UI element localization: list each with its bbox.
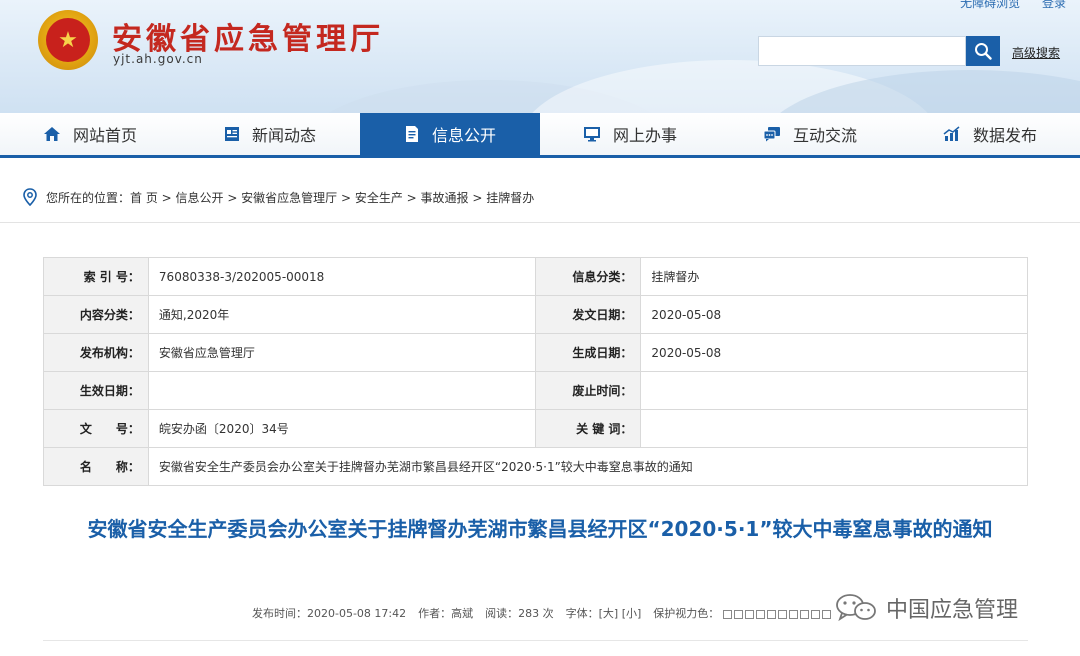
color-swatches[interactable] (722, 609, 831, 619)
nav-item-info-disclosure[interactable]: 信息公开 (360, 113, 540, 155)
breadcrumb: 您所在的位置：首 页 > 信息公开 > 安徽省应急管理厅 > 安全生产 > 事故… (22, 188, 534, 206)
home-icon (43, 127, 60, 141)
meta-label: 生效日期： (43, 371, 149, 410)
meta-value: 安徽省安全生产委员会办公室关于挂牌督办芜湖市繁昌县经开区“2020·5·1”较大… (147, 447, 1029, 486)
nav-item-data-release[interactable]: 数据发布 (900, 113, 1080, 155)
site-domain: yjt.ah.gov.cn (113, 52, 203, 66)
search-icon (975, 43, 992, 60)
meta-value: 挂牌督办 (640, 257, 1028, 296)
chart-icon (943, 126, 960, 141)
watermark-text: 中国应急管理 (886, 598, 1019, 623)
wechat-icon (836, 594, 876, 622)
nav-label: 网上办事 (612, 126, 677, 145)
color-swatch[interactable] (733, 609, 743, 619)
monitor-icon (583, 127, 600, 142)
author: 作者：高斌 (418, 607, 474, 620)
meta-label: 废止时间： (534, 371, 642, 410)
search-input[interactable] (758, 36, 966, 66)
color-swatch[interactable] (799, 609, 809, 619)
meta-label: 索 引 号： (43, 257, 149, 296)
meta-value (147, 371, 536, 410)
nav-item-news[interactable]: 新闻动态 (180, 113, 360, 155)
eye-protect-label: 保护视力色： (653, 607, 720, 620)
divider (0, 222, 1080, 223)
table-row: 发布机构： 安徽省应急管理厅 生成日期： 2020-05-08 (43, 333, 1028, 372)
divider (43, 640, 1028, 641)
meta-value: 皖安办函〔2020〕34号 (147, 409, 536, 448)
color-swatch[interactable] (788, 609, 798, 619)
color-swatch[interactable] (722, 609, 732, 619)
font-size-control[interactable]: 字体：[大] [小] (566, 605, 642, 621)
table-row: 索 引 号： 76080338-3/202005-00018 信息分类： 挂牌督… (43, 257, 1028, 296)
meta-label: 关 键 词： (534, 409, 642, 448)
wechat-watermark: 中国应急管理 (834, 592, 1018, 624)
accessibility-link[interactable]: 无障碍浏览 (960, 0, 1020, 10)
color-swatch[interactable] (821, 609, 831, 619)
color-swatch[interactable] (744, 609, 754, 619)
breadcrumb-text[interactable]: 您所在的位置：首 页 > 信息公开 > 安徽省应急管理厅 > 安全生产 > 事故… (46, 189, 534, 206)
table-row: 生效日期： 废止时间： (43, 371, 1028, 410)
meta-value: 76080338-3/202005-00018 (147, 257, 536, 296)
color-swatch[interactable] (810, 609, 820, 619)
eye-protect-colors: 保护视力色： (653, 605, 831, 621)
meta-label: 名 称： (43, 447, 149, 486)
meta-value: 通知,2020年 (147, 295, 536, 334)
advanced-search-link[interactable]: 高级搜索 (1012, 44, 1060, 61)
meta-value: 2020-05-08 (640, 295, 1028, 334)
meta-label: 信息分类： (534, 257, 642, 296)
meta-label: 生成日期： (534, 333, 642, 372)
view-count: 阅读：283 次 (485, 607, 554, 620)
nav-item-interaction[interactable]: 互动交流 (720, 113, 900, 155)
table-row: 文 号： 皖安办函〔2020〕34号 关 键 词： (43, 409, 1028, 448)
document-icon (405, 126, 418, 142)
search-button[interactable] (966, 36, 1000, 66)
table-row: 内容分类： 通知,2020年 发文日期： 2020-05-08 (43, 295, 1028, 334)
meta-value (640, 371, 1028, 410)
color-swatch[interactable] (755, 609, 765, 619)
nav-label: 网站首页 (72, 126, 137, 145)
meta-value: 2020-05-08 (640, 333, 1028, 372)
document-meta-table: 索 引 号： 76080338-3/202005-00018 信息分类： 挂牌督… (43, 257, 1029, 486)
site-header: ★ 安徽省应急管理厅 yjt.ah.gov.cn 无障碍浏览 登录 高级搜索 (0, 0, 1080, 113)
chat-icon (763, 127, 780, 142)
login-link[interactable]: 登录 (1042, 0, 1066, 10)
meta-label: 内容分类： (43, 295, 149, 334)
meta-label: 文 号： (43, 409, 149, 448)
nav-item-home[interactable]: 网站首页 (0, 113, 180, 155)
color-swatch[interactable] (766, 609, 776, 619)
table-row: 名 称： 安徽省安全生产委员会办公室关于挂牌督办芜湖市繁昌县经开区“2020·5… (43, 447, 1029, 486)
nav-item-online-services[interactable]: 网上办事 (540, 113, 720, 155)
news-icon (224, 127, 239, 141)
color-swatch[interactable] (777, 609, 787, 619)
meta-value: 安徽省应急管理厅 (147, 333, 536, 372)
location-pin-icon (23, 188, 37, 206)
national-emblem-icon[interactable]: ★ (38, 10, 98, 70)
publish-time: 发布时间：2020-05-08 17:42 (252, 607, 407, 620)
meta-value (640, 409, 1028, 448)
nav-label: 互动交流 (792, 126, 857, 145)
article-info: 发布时间：2020-05-08 17:42 作者：高斌 阅读：283 次 字体：… (252, 605, 831, 621)
meta-label: 发布机构： (43, 333, 149, 372)
main-nav: 网站首页 新闻动态 信息公开 网上办事 互动交流 数据发布 (0, 113, 1080, 158)
article-title: 安徽省安全生产委员会办公室关于挂牌督办芜湖市繁昌县经开区“2020·5·1”较大… (87, 517, 993, 541)
nav-label: 信息公开 (431, 126, 496, 145)
nav-label: 数据发布 (972, 126, 1037, 145)
meta-label: 发文日期： (534, 295, 642, 334)
nav-label: 新闻动态 (251, 126, 316, 145)
top-links: 无障碍浏览 登录 (942, 0, 1066, 11)
